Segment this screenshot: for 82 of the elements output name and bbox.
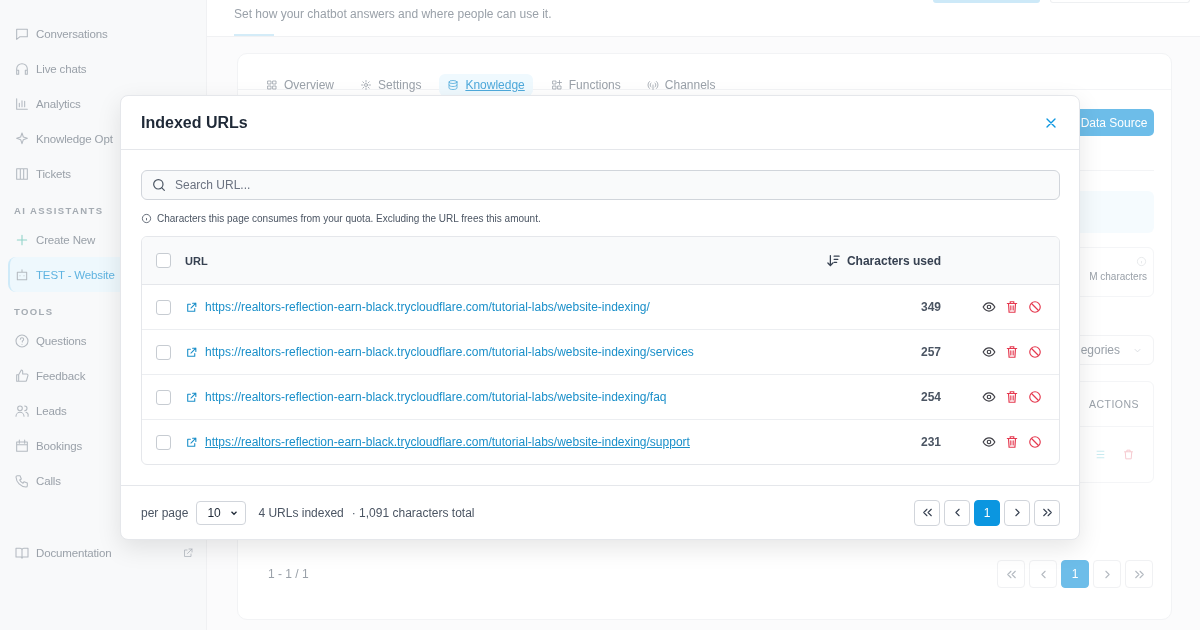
search-field[interactable]: Search URL... bbox=[141, 170, 1060, 200]
usage-text: M characters bbox=[1089, 271, 1147, 282]
double-right-icon bbox=[1040, 506, 1054, 519]
first-page-button[interactable] bbox=[914, 499, 940, 526]
sidebar-item[interactable]: Questions bbox=[8, 323, 198, 358]
url-link[interactable]: https://realtors-reflection-earn-black.trycloudflare.com/tutorial-labs/website-indexing/ bbox=[205, 300, 650, 314]
eye-icon[interactable] bbox=[982, 300, 996, 314]
per-page-select[interactable]: 10 bbox=[196, 500, 247, 525]
row-checkbox[interactable] bbox=[156, 389, 171, 405]
section-heading: TOOLS bbox=[14, 306, 54, 317]
eye-icon[interactable] bbox=[982, 390, 996, 404]
row-checkbox[interactable] bbox=[156, 299, 171, 315]
block-icon[interactable] bbox=[1028, 300, 1042, 314]
trash-icon[interactable] bbox=[1005, 390, 1019, 404]
block-icon[interactable] bbox=[1028, 435, 1042, 449]
eye-icon[interactable] bbox=[982, 345, 996, 359]
eye-icon[interactable] bbox=[982, 435, 996, 449]
row-checkbox[interactable] bbox=[156, 434, 171, 450]
sidebar-item[interactable]: Bookings bbox=[8, 428, 198, 463]
characters-cell-text: 231 bbox=[919, 435, 941, 449]
external-link-icon bbox=[182, 546, 194, 559]
sparkle-icon bbox=[14, 130, 30, 147]
sidebar-item[interactable]: Leads bbox=[8, 393, 198, 428]
gear-icon bbox=[360, 79, 372, 91]
tab[interactable]: Overview bbox=[258, 74, 342, 96]
external-link-icon[interactable] bbox=[185, 435, 198, 449]
external-link-icon[interactable] bbox=[185, 345, 198, 359]
sort-column-header[interactable]: Characters used bbox=[781, 253, 941, 268]
characters-cell-text: 257 bbox=[919, 345, 941, 359]
phone-icon bbox=[14, 472, 30, 489]
characters-cell-text: 349 bbox=[919, 300, 941, 314]
trash-icon[interactable] bbox=[1005, 345, 1019, 359]
question-icon bbox=[14, 332, 30, 349]
search-icon bbox=[151, 177, 167, 193]
block-icon[interactable] bbox=[1028, 390, 1042, 404]
blocks-icon bbox=[550, 79, 563, 91]
antenna-icon bbox=[646, 79, 659, 91]
select-all-checkbox[interactable] bbox=[156, 253, 171, 268]
dialog-title: Indexed URLs bbox=[141, 113, 248, 132]
external-link-icon[interactable] bbox=[185, 300, 198, 314]
row-checkbox[interactable] bbox=[156, 344, 171, 360]
info-icon bbox=[141, 213, 152, 224]
url-count: 4 URLs indexed bbox=[258, 505, 344, 520]
database-icon bbox=[447, 79, 460, 91]
section-heading: AI ASSISTANTS bbox=[14, 205, 104, 216]
documentation-link[interactable]: Documentation bbox=[8, 535, 198, 570]
headphones-icon bbox=[14, 60, 30, 77]
columns-icon bbox=[14, 165, 30, 182]
url-link[interactable]: https://realtors-reflection-earn-black.trycloudflare.com/tutorial-labs/website-indexing/support bbox=[205, 435, 690, 449]
url-link[interactable]: https://realtors-reflection-earn-black.trycloudflare.com/tutorial-labs/website-indexing/faq bbox=[205, 390, 667, 404]
url-link[interactable]: https://realtors-reflection-earn-black.trycloudflare.com/tutorial-labs/website-indexing/services bbox=[205, 345, 694, 359]
last-page-button[interactable] bbox=[1034, 499, 1060, 526]
page-subtitle: Set how your chatbot answers and where people can use it. bbox=[234, 7, 552, 21]
tab[interactable]: Functions bbox=[542, 74, 629, 96]
trash-icon[interactable] bbox=[1005, 300, 1019, 314]
sidebar-item[interactable]: Calls bbox=[8, 463, 198, 498]
page-button[interactable]: 1 bbox=[1061, 560, 1089, 588]
grid-icon bbox=[266, 79, 278, 91]
sidebar-item[interactable]: Feedback bbox=[8, 358, 198, 393]
double-left-icon bbox=[920, 506, 934, 519]
external-link-icon[interactable] bbox=[185, 390, 198, 404]
tab[interactable]: Knowledge bbox=[439, 74, 533, 96]
tab-indicator bbox=[234, 34, 274, 36]
bar-chart-icon bbox=[14, 95, 30, 112]
characters-cell-text: 254 bbox=[919, 390, 941, 404]
page-button[interactable]: 1 bbox=[974, 499, 1000, 526]
users-icon bbox=[14, 402, 30, 419]
tab[interactable]: Settings bbox=[352, 74, 430, 96]
block-icon[interactable] bbox=[1028, 345, 1042, 359]
bot-icon bbox=[14, 266, 30, 283]
tab[interactable]: Channels bbox=[638, 74, 724, 96]
calendar-icon bbox=[14, 437, 30, 454]
sidebar-item[interactable]: Create New bbox=[8, 222, 198, 257]
sidebar-item[interactable]: Live chats bbox=[8, 51, 198, 86]
quota-note: Characters this page consumes from your quota. Excluding the URL frees this amount. bbox=[157, 213, 541, 224]
per-page-label: per page bbox=[141, 505, 189, 520]
thumbs-up-icon bbox=[14, 367, 30, 384]
sidebar-item[interactable]: Conversations bbox=[8, 16, 198, 51]
sort-icon bbox=[825, 253, 841, 268]
characters-total: · 1,091 characters total bbox=[351, 505, 475, 520]
range-text: 1 - 1 / 1 bbox=[268, 567, 309, 581]
trash-icon[interactable] bbox=[1005, 435, 1019, 449]
